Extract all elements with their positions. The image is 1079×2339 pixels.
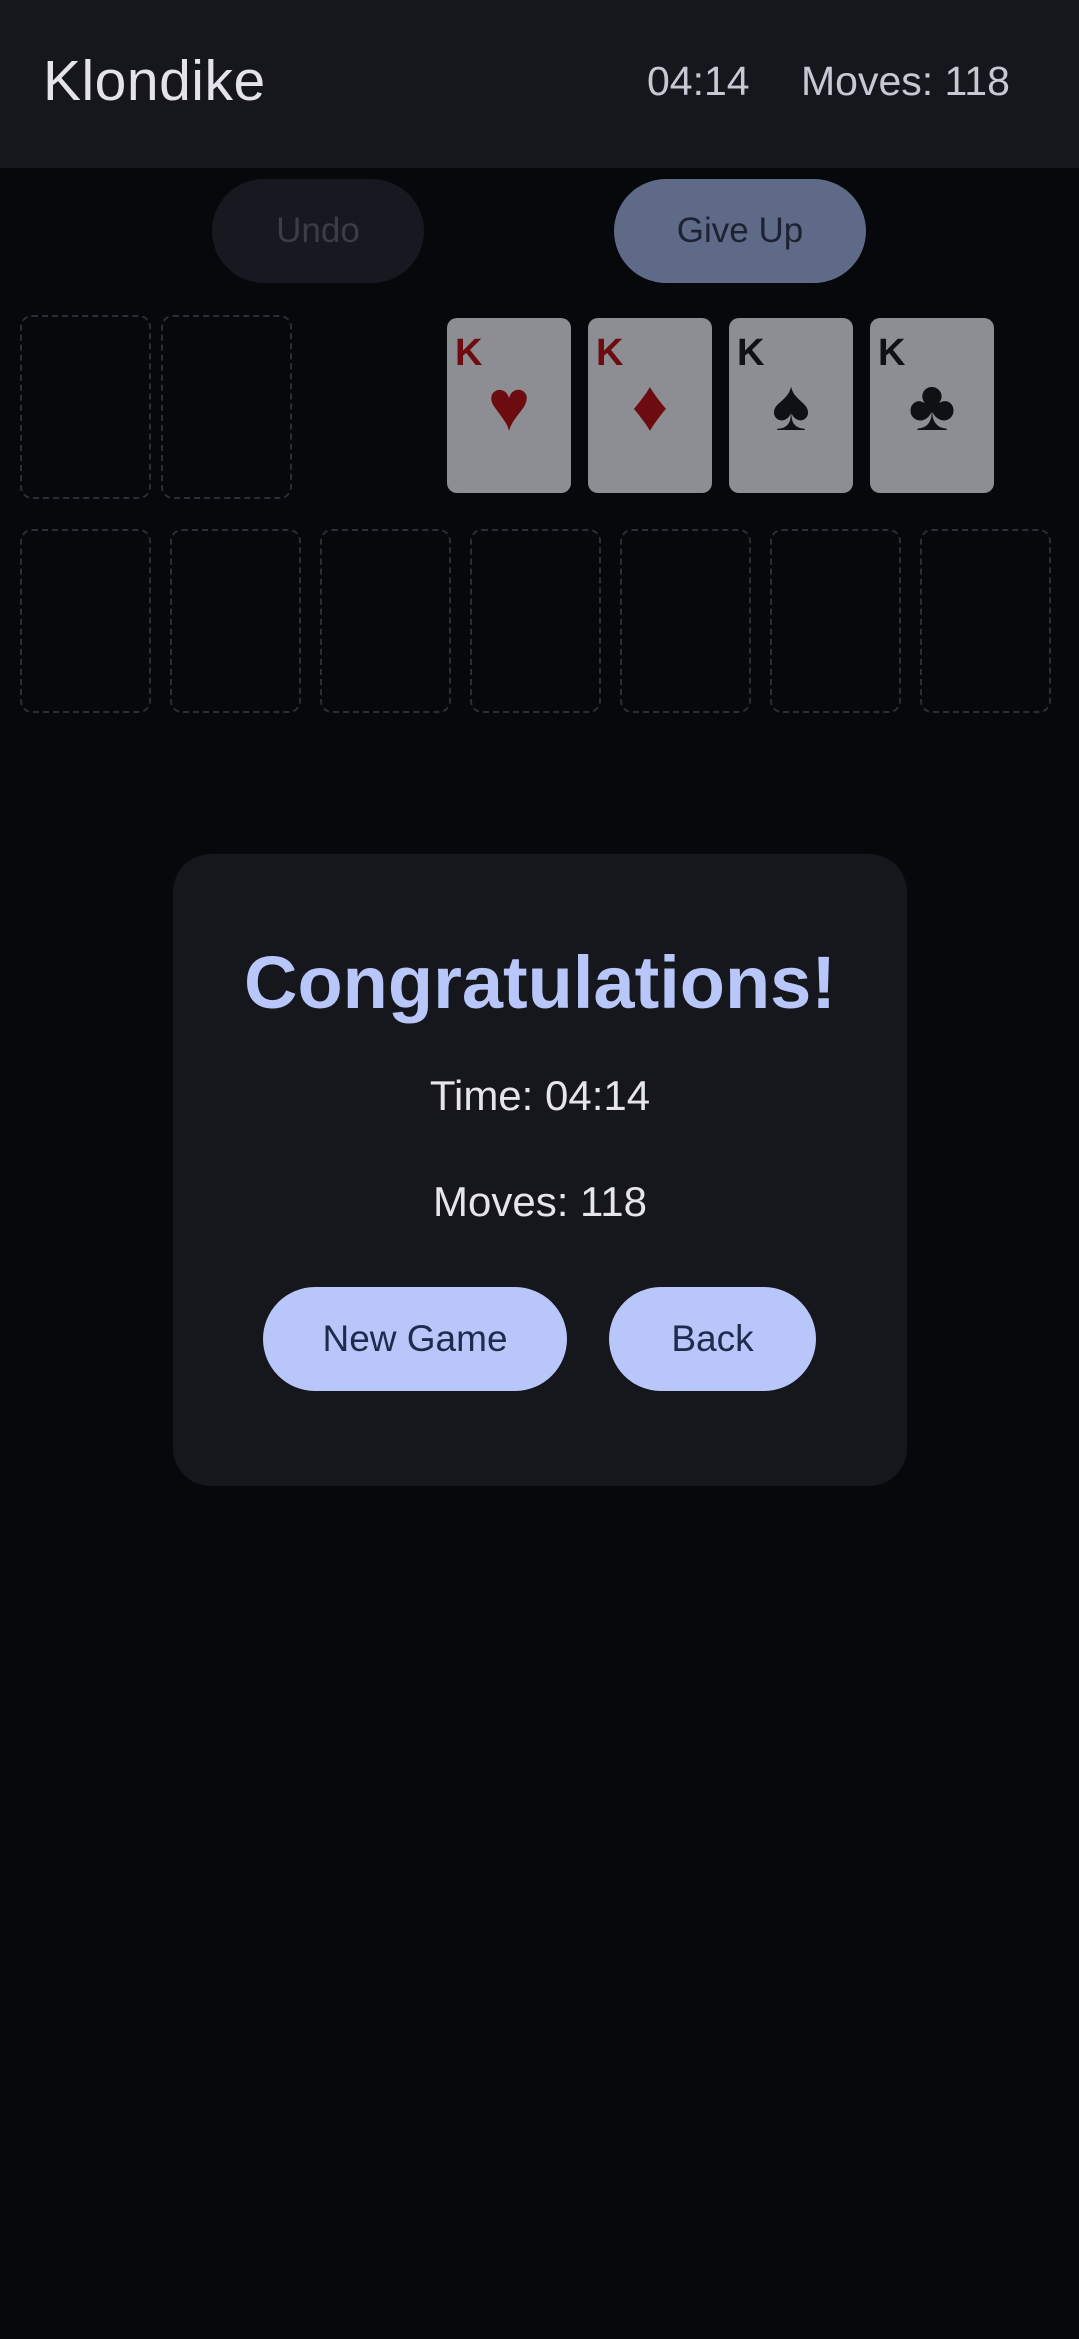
- top-app-bar: Klondike 04:14 Moves: 118: [0, 0, 1079, 168]
- waste-pile[interactable]: [161, 315, 292, 499]
- heart-suit-icon: ♥: [487, 366, 531, 446]
- win-dialog: Congratulations! Time: 04:14 Moves: 118 …: [173, 854, 907, 1486]
- tableau-pile-1[interactable]: [20, 529, 151, 713]
- tableau-pile-5[interactable]: [620, 529, 751, 713]
- final-time: Time: 04:14: [429, 1072, 651, 1119]
- foundation-spades[interactable]: K ♠: [729, 318, 853, 493]
- tableau-pile-2[interactable]: [170, 529, 301, 713]
- game-timer: 04:14: [647, 58, 750, 104]
- foundation-clubs[interactable]: K ♣: [870, 318, 994, 493]
- club-suit-icon: ♣: [908, 366, 956, 446]
- tableau-pile-3[interactable]: [320, 529, 451, 713]
- dialog-title: Congratulations!: [244, 941, 836, 1024]
- card-rank: K: [878, 332, 906, 374]
- foundation-diamonds[interactable]: K ♦: [588, 318, 712, 493]
- stock-pile[interactable]: [20, 315, 151, 499]
- move-counter: Moves: 118: [801, 58, 1010, 104]
- diamond-suit-icon: ♦: [631, 366, 669, 446]
- spade-suit-icon: ♠: [771, 366, 811, 446]
- foundation-hearts[interactable]: K ♥: [447, 318, 571, 493]
- app-title: Klondike: [43, 49, 266, 113]
- card-rank: K: [596, 332, 624, 374]
- tableau-pile-6[interactable]: [770, 529, 901, 713]
- back-button[interactable]: Back: [609, 1287, 816, 1391]
- tableau-pile-4[interactable]: [470, 529, 601, 713]
- undo-button[interactable]: Undo: [212, 179, 424, 283]
- give-up-button[interactable]: Give Up: [614, 179, 866, 283]
- tableau-pile-7[interactable]: [920, 529, 1051, 713]
- final-moves: Moves: 118: [433, 1178, 647, 1225]
- game-screen: Klondike 04:14 Moves: 118 Undo Give Up K…: [0, 0, 1079, 2339]
- new-game-button[interactable]: New Game: [263, 1287, 567, 1391]
- card-rank: K: [455, 332, 483, 374]
- card-rank: K: [737, 332, 765, 374]
